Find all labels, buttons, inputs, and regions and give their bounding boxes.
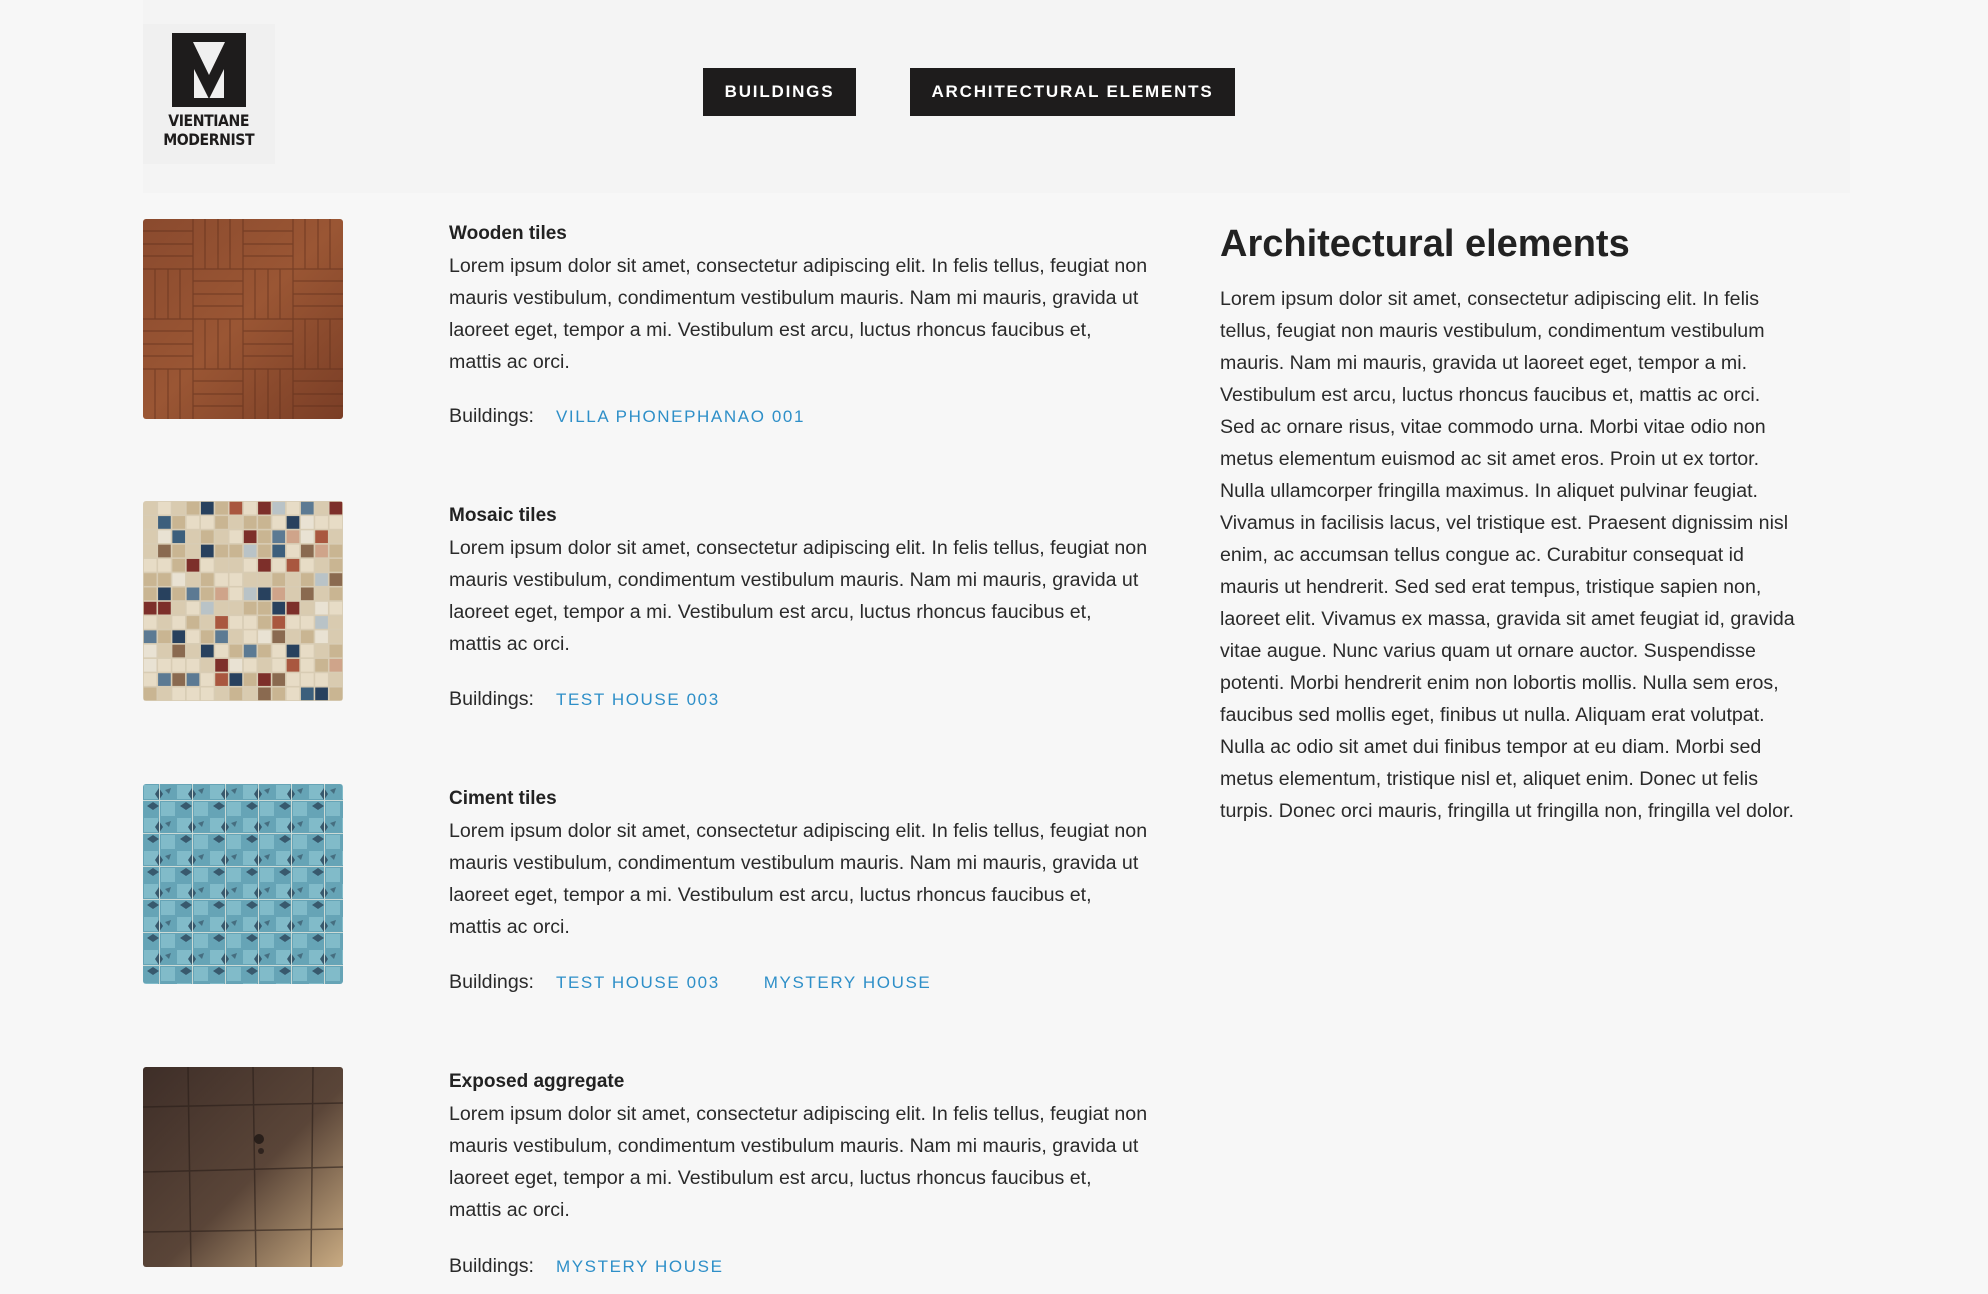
building-link[interactable]: TEST HOUSE 003	[556, 690, 720, 710]
item-title: Wooden tiles	[449, 223, 567, 244]
element-item: Wooden tiles Lorem ipsum dolor sit amet,…	[143, 219, 1163, 439]
exposed-aggregate-image[interactable]	[143, 1067, 343, 1267]
item-description: Lorem ipsum dolor sit amet, consectetur …	[449, 1103, 1148, 1221]
buildings-row: Buildings: TEST HOUSE 003 MYSTERY HOUSE	[449, 971, 975, 994]
site-logo[interactable]: VIENTIANE MODERNIST	[143, 24, 275, 164]
logo-text: VIENTIANE MODERNIST	[164, 111, 255, 149]
building-link[interactable]: MYSTERY HOUSE	[556, 1257, 724, 1277]
page-intro-text: Lorem ipsum dolor sit amet, consectetur …	[1220, 288, 1795, 822]
element-item: Exposed aggregate Lorem ipsum dolor sit …	[143, 1067, 1163, 1287]
item-description: Lorem ipsum dolor sit amet, consectetur …	[449, 537, 1148, 655]
item-title: Ciment tiles	[449, 788, 557, 809]
logo-text-line1: VIENTIANE	[168, 111, 250, 130]
item-title: Mosaic tiles	[449, 505, 557, 526]
element-item: Mosaic tiles Lorem ipsum dolor sit amet,…	[143, 501, 1163, 721]
page-title: Architectural elements	[1220, 223, 1630, 265]
mosaic-tiles-image[interactable]	[143, 501, 343, 701]
buildings-row: Buildings: MYSTERY HOUSE	[449, 1255, 768, 1278]
element-item: Ciment tiles Lorem ipsum dolor sit amet,…	[143, 784, 1163, 1004]
logo-mark-icon	[172, 33, 246, 107]
building-link[interactable]: VILLA PHONEPHANAO 001	[556, 407, 805, 427]
buildings-label: Buildings:	[449, 405, 534, 427]
buildings-row: Buildings: VILLA PHONEPHANAO 001	[449, 405, 849, 428]
logo-text-line2: MODERNIST	[163, 130, 255, 149]
nav-buildings-button[interactable]: BUILDINGS	[703, 68, 856, 116]
item-description: Lorem ipsum dolor sit amet, consectetur …	[449, 820, 1148, 938]
ciment-tiles-image[interactable]	[143, 784, 343, 984]
building-link[interactable]: MYSTERY HOUSE	[764, 973, 932, 993]
item-title: Exposed aggregate	[449, 1071, 625, 1092]
nav-architectural-elements-button[interactable]: ARCHITECTURAL ELEMENTS	[910, 68, 1235, 116]
item-description: Lorem ipsum dolor sit amet, consectetur …	[449, 255, 1148, 373]
building-link[interactable]: TEST HOUSE 003	[556, 973, 720, 993]
buildings-label: Buildings:	[449, 971, 534, 993]
buildings-row: Buildings: TEST HOUSE 003	[449, 688, 764, 711]
buildings-label: Buildings:	[449, 1255, 534, 1277]
buildings-label: Buildings:	[449, 688, 534, 710]
wooden-tiles-image[interactable]	[143, 219, 343, 419]
